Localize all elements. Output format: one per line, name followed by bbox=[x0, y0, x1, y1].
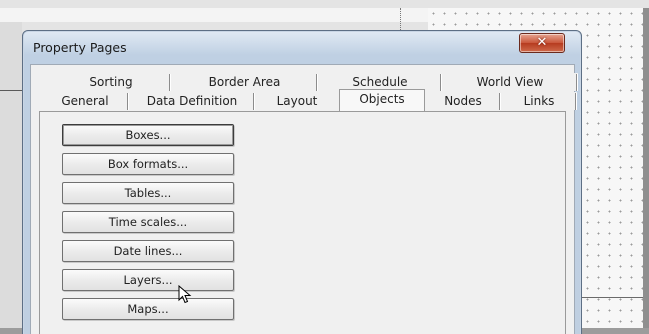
window-edge bbox=[643, 8, 649, 334]
canvas-divider bbox=[580, 297, 649, 298]
objects-button-list: Boxes... Box formats... Tables... Time s… bbox=[62, 124, 234, 327]
tables-button[interactable]: Tables... bbox=[62, 182, 234, 204]
tab-separator bbox=[576, 74, 578, 91]
left-pane-divider bbox=[0, 90, 22, 91]
tab-label: World View bbox=[476, 75, 544, 89]
dotted-guide-line bbox=[400, 8, 402, 30]
tab-label: General bbox=[61, 94, 109, 108]
dialog-client-area: Sorting Border Area Schedule World View … bbox=[30, 64, 578, 334]
tab-data-definition[interactable]: Data Definition bbox=[129, 92, 255, 110]
tab-border-area[interactable]: Border Area bbox=[171, 73, 318, 91]
tab-label: Border Area bbox=[208, 75, 281, 89]
layers-button[interactable]: Layers... bbox=[62, 269, 234, 291]
tab-label: Links bbox=[523, 94, 555, 108]
objects-tab-panel: Boxes... Box formats... Tables... Time s… bbox=[39, 111, 566, 334]
tab-world-view[interactable]: World View bbox=[442, 73, 578, 91]
tab-nodes[interactable]: Nodes bbox=[425, 92, 501, 110]
arrow-cursor-icon bbox=[178, 285, 192, 304]
tab-layout[interactable]: Layout bbox=[255, 92, 339, 110]
close-button[interactable]: ✕ bbox=[519, 33, 565, 53]
tab-general[interactable]: General bbox=[41, 92, 129, 110]
tab-label: Schedule bbox=[352, 75, 408, 89]
property-pages-dialog: Property Pages ✕ Sorting Border Area Sch… bbox=[22, 30, 582, 334]
date-lines-button[interactable]: Date lines... bbox=[62, 240, 234, 262]
tab-sorting[interactable]: Sorting bbox=[51, 73, 171, 91]
close-icon: ✕ bbox=[536, 35, 548, 50]
time-scales-button[interactable]: Time scales... bbox=[62, 211, 234, 233]
tab-label: Layout bbox=[276, 94, 318, 108]
tab-links[interactable]: Links bbox=[501, 92, 577, 110]
maps-button[interactable]: Maps... bbox=[62, 298, 234, 320]
tab-label: Objects bbox=[359, 92, 405, 106]
tab-objects[interactable]: Objects bbox=[339, 89, 425, 111]
tab-label: Data Definition bbox=[146, 94, 238, 108]
tab-label: Nodes bbox=[444, 94, 482, 108]
ruler-strip bbox=[0, 8, 428, 22]
dialog-title: Property Pages bbox=[33, 40, 127, 55]
tab-separator bbox=[575, 93, 577, 110]
boxes-button[interactable]: Boxes... bbox=[62, 124, 234, 146]
left-pane bbox=[0, 22, 22, 332]
box-formats-button[interactable]: Box formats... bbox=[62, 153, 234, 175]
dialog-titlebar[interactable]: Property Pages ✕ bbox=[23, 31, 581, 63]
tab-label: Sorting bbox=[89, 75, 133, 89]
